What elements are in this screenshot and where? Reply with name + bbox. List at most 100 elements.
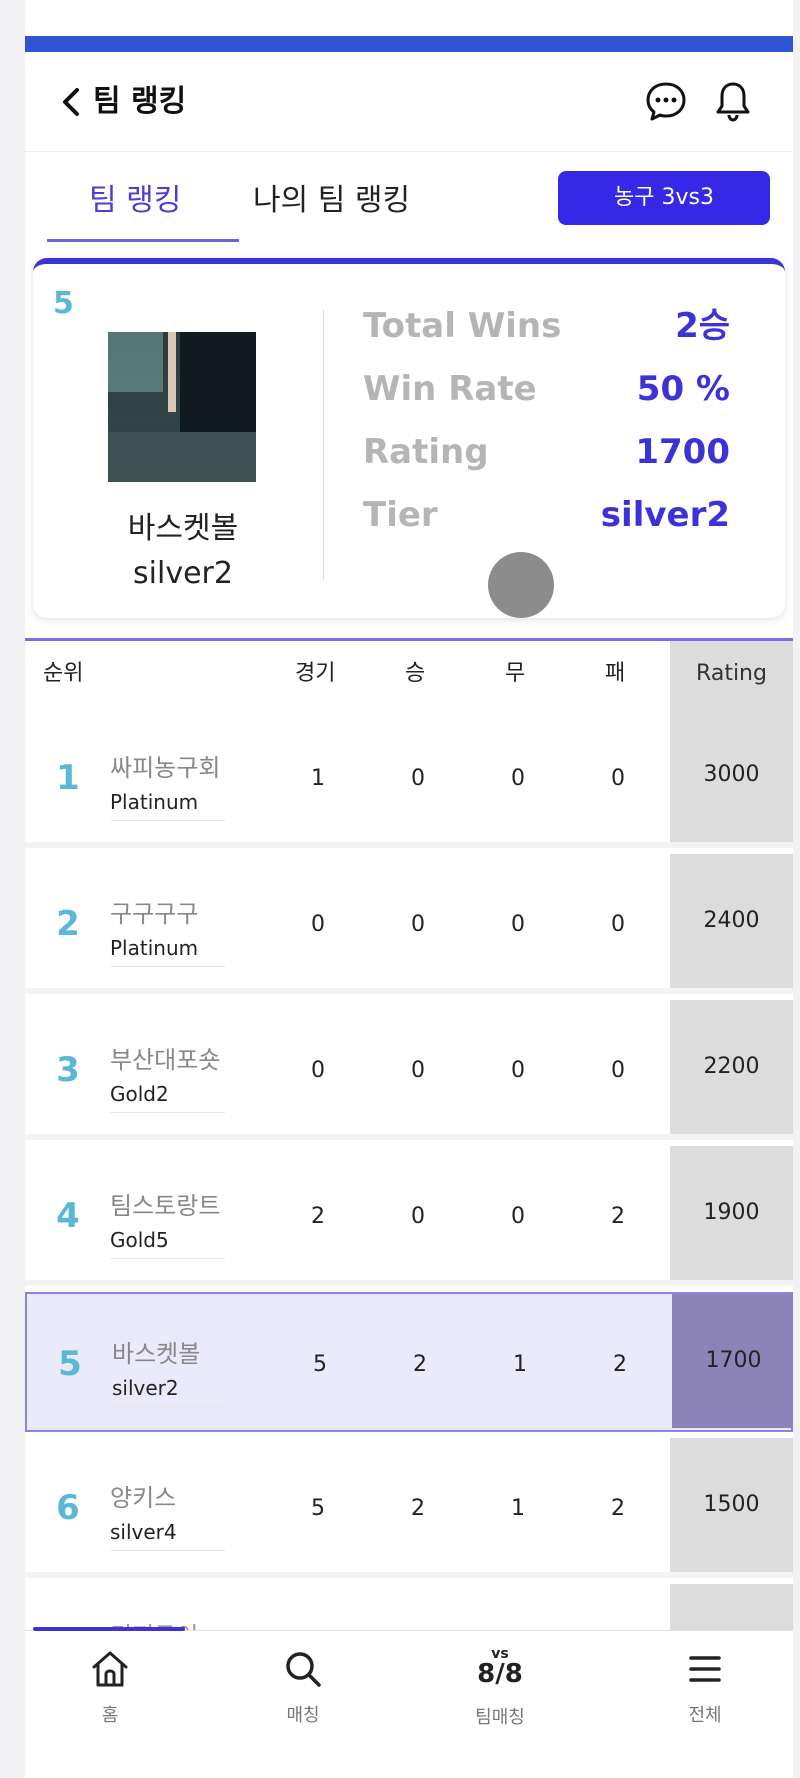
header-losses: 패 xyxy=(605,661,626,686)
row-losses: 2 xyxy=(613,1352,627,1377)
row-losses: 0 xyxy=(611,766,625,791)
touch-indicator xyxy=(488,552,554,618)
nav-matching[interactable]: 매칭 xyxy=(248,1647,358,1727)
stat-label-rating: Rating xyxy=(363,432,489,472)
back-arrow-icon[interactable] xyxy=(53,82,93,122)
stat-label-total-wins: Total Wins xyxy=(363,306,562,346)
row-rank: 3 xyxy=(56,1050,80,1090)
home-icon xyxy=(92,1651,128,1687)
bell-icon[interactable] xyxy=(710,78,756,124)
row-rating: 2400 xyxy=(670,854,793,988)
header-wins: 승 xyxy=(405,661,426,686)
header-rating: Rating xyxy=(670,641,793,708)
row-rank: 6 xyxy=(56,1488,80,1528)
row-team-name: 바스켓볼 xyxy=(112,1340,201,1368)
row-draws: 0 xyxy=(511,1058,525,1083)
sport-select-button[interactable]: 농구 3vs3 xyxy=(558,171,770,225)
tab-bar: 팀 랭킹 나의 팀 랭킹 농구 3vs3 xyxy=(25,153,793,243)
row-team-tier: silver4 xyxy=(110,1520,225,1551)
stat-value-tier: silver2 xyxy=(600,495,730,535)
row-games: 1 xyxy=(311,766,325,791)
table-row[interactable]: 6 양키스 silver4 5 2 1 2 1500 xyxy=(25,1438,793,1578)
page-title: 팀 랭킹 xyxy=(93,84,187,119)
row-games: 0 xyxy=(311,1058,325,1083)
row-rating: 2200 xyxy=(670,1000,793,1134)
my-team-name: 바스켓볼 xyxy=(127,511,239,546)
row-draws: 1 xyxy=(511,1496,525,1521)
row-rating: 1700 xyxy=(672,1294,793,1428)
nav-home[interactable]: 홈 xyxy=(55,1647,165,1727)
row-losses: 2 xyxy=(611,1496,625,1521)
row-rank: 1 xyxy=(56,758,80,798)
row-wins: 0 xyxy=(411,1058,425,1083)
team-photo xyxy=(108,332,256,482)
tab-team-ranking[interactable]: 팀 랭킹 xyxy=(89,181,181,221)
row-team-tier: Platinum xyxy=(110,790,225,821)
my-team-rank: 5 xyxy=(53,286,74,321)
table-row-my-team[interactable]: 5 바스켓볼 silver2 5 2 1 2 1700 xyxy=(25,1292,793,1432)
row-draws: 1 xyxy=(513,1352,527,1377)
header-games: 경기 xyxy=(295,661,336,686)
row-team-name: 양키스 xyxy=(110,1484,177,1512)
row-games: 5 xyxy=(313,1352,327,1377)
my-team-tier: silver2 xyxy=(133,556,233,591)
row-rank: 2 xyxy=(56,904,80,944)
row-losses: 2 xyxy=(611,1204,625,1229)
row-team-tier: silver2 xyxy=(112,1376,227,1407)
app-frame: 팀 랭킹 팀 랭킹 나의 팀 랭킹 농구 3vs3 5 바스켓볼 silver2… xyxy=(25,0,793,1778)
status-accent-bar xyxy=(25,36,793,52)
card-divider xyxy=(323,310,324,580)
row-games: 5 xyxy=(311,1496,325,1521)
row-team-tier: Platinum xyxy=(110,936,225,967)
stat-value-total-wins: 2승 xyxy=(675,306,730,346)
table-row[interactable]: 3 부산대포숏 Gold2 0 0 0 0 2200 xyxy=(25,1000,793,1140)
row-wins: 0 xyxy=(411,1204,425,1229)
table-row[interactable]: 2 구구구구 Platinum 0 0 0 0 2400 xyxy=(25,854,793,994)
row-rank: 5 xyxy=(58,1344,82,1384)
search-icon xyxy=(286,1652,321,1687)
row-team-tier: Gold5 xyxy=(110,1228,225,1259)
nav-team-matching[interactable]: vs 8/8 팀매칭 xyxy=(445,1647,555,1729)
table-row[interactable]: 1 싸피농구회 Platinum 1 0 0 0 3000 xyxy=(25,708,793,848)
nav-home-label: 홈 xyxy=(101,1705,119,1726)
row-wins: 2 xyxy=(413,1352,427,1377)
row-wins: 0 xyxy=(411,912,425,937)
row-draws: 0 xyxy=(511,766,525,791)
row-games: 0 xyxy=(311,912,325,937)
row-rating: 1500 xyxy=(670,1438,793,1572)
active-tab-indicator xyxy=(47,239,239,242)
bottom-navigation: 홈 매칭 vs 8/8 팀매칭 전체 xyxy=(25,1630,793,1748)
row-wins: 0 xyxy=(411,766,425,791)
row-team-name: 부산대포숏 xyxy=(110,1046,221,1074)
tab-my-team-ranking[interactable]: 나의 팀 랭킹 xyxy=(253,181,410,221)
nav-matching-label: 매칭 xyxy=(286,1705,320,1726)
scroll-indicator xyxy=(33,1627,185,1631)
stat-label-win-rate: Win Rate xyxy=(363,369,537,409)
row-draws: 0 xyxy=(511,912,525,937)
table-row[interactable]: 4 팀스토랑트 Gold5 2 0 0 2 1900 xyxy=(25,1146,793,1286)
stat-value-win-rate: 50 % xyxy=(636,369,730,409)
chat-icon[interactable] xyxy=(643,78,689,124)
row-team-name: 팀스토랑트 xyxy=(110,1192,221,1220)
app-header: 팀 랭킹 xyxy=(25,52,793,152)
row-rating: 3000 xyxy=(670,708,793,842)
header-draws: 무 xyxy=(505,661,526,686)
vs-icon: vs 8/8 xyxy=(477,1646,523,1689)
row-team-name: 구구구구 xyxy=(110,900,199,928)
nav-all-label: 전체 xyxy=(688,1705,722,1726)
header-rank: 순위 xyxy=(43,661,84,686)
stat-value-rating: 1700 xyxy=(635,432,730,472)
row-losses: 0 xyxy=(611,1058,625,1083)
row-team-name: 싸피농구회 xyxy=(110,754,221,782)
nav-team-matching-label: 팀매칭 xyxy=(475,1707,525,1728)
row-games: 2 xyxy=(311,1204,325,1229)
nav-all[interactable]: 전체 xyxy=(650,1647,760,1727)
row-wins: 2 xyxy=(411,1496,425,1521)
row-rank: 4 xyxy=(56,1196,80,1236)
my-team-card: 5 바스켓볼 silver2 Total Wins 2승 Win Rate 50… xyxy=(33,258,785,618)
menu-icon xyxy=(689,1656,721,1682)
stat-label-tier: Tier xyxy=(363,495,438,535)
row-team-tier: Gold2 xyxy=(110,1082,225,1113)
row-losses: 0 xyxy=(611,912,625,937)
row-draws: 0 xyxy=(511,1204,525,1229)
